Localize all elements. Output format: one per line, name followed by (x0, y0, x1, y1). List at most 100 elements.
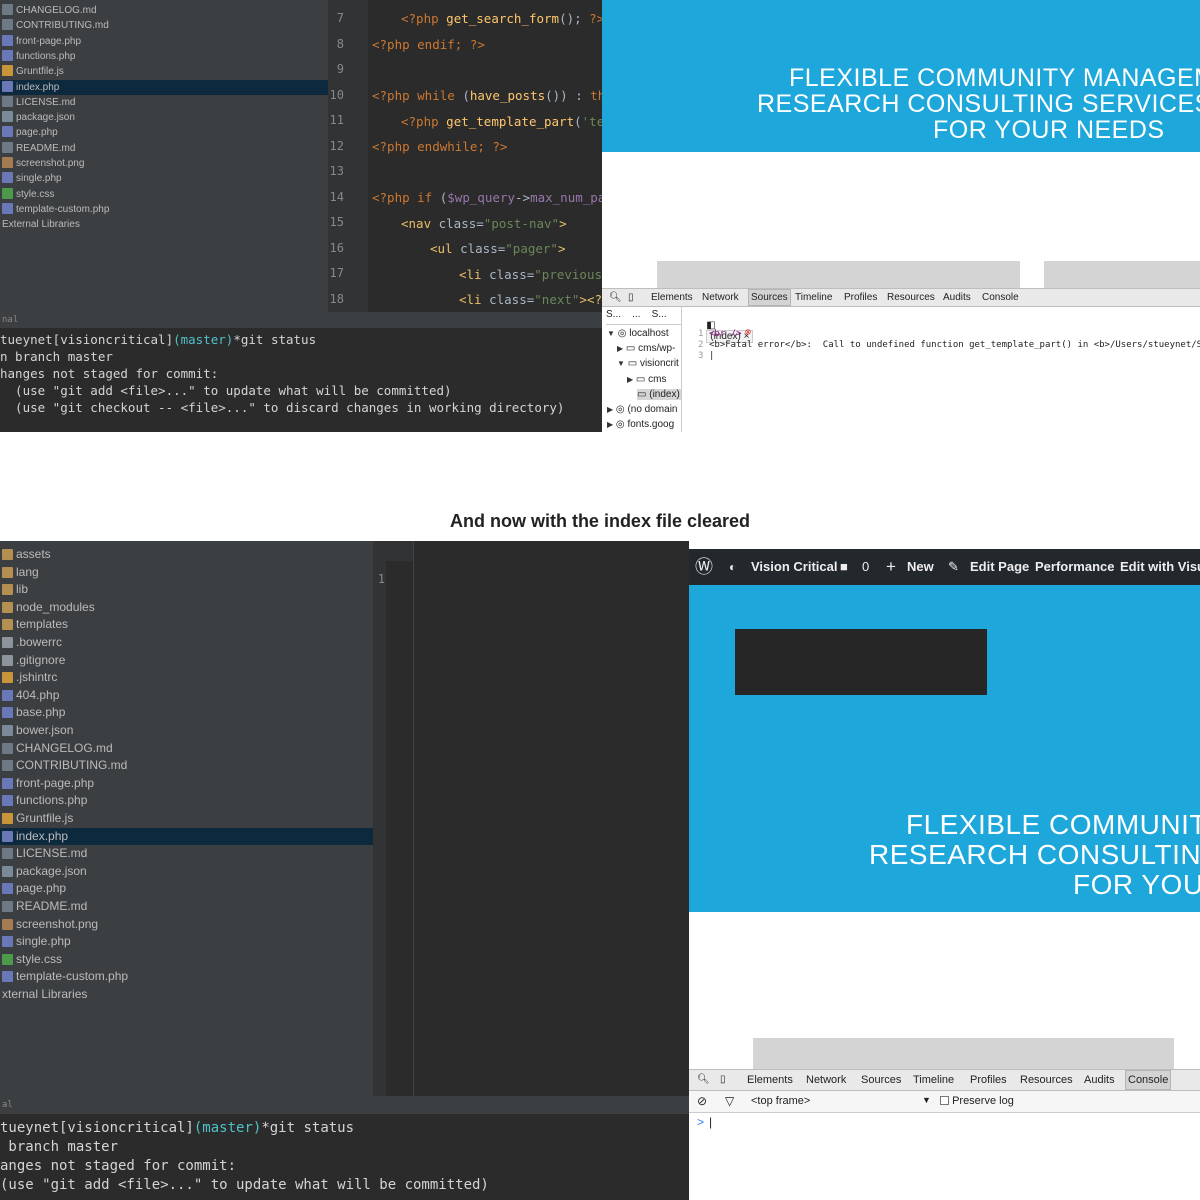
terminal[interactable]: al tueynet[visioncritical](master)*git s… (0, 1096, 689, 1200)
tree-item[interactable]: lib (0, 581, 373, 599)
tree-item[interactable]: bower.json (0, 722, 373, 740)
tree-item[interactable]: template-custom.php (0, 202, 328, 217)
console-output[interactable]: > | (689, 1113, 1200, 1200)
tree-item[interactable]: CHANGELOG.md (0, 740, 373, 758)
sources-subtab[interactable]: ... (632, 309, 640, 320)
tree-item[interactable]: 404.php (0, 687, 373, 705)
tree-item[interactable]: node_modules (0, 599, 373, 617)
tab-timeline[interactable]: Timeline (913, 1070, 954, 1090)
tree-item[interactable]: style.css (0, 951, 373, 969)
sources-subtab[interactable]: S... (606, 309, 621, 320)
tree-item[interactable]: index.php (0, 827, 373, 846)
tab-profiles[interactable]: Profiles (970, 1070, 1007, 1090)
tab-network[interactable]: Network (702, 289, 739, 306)
tree-item[interactable]: single.php (0, 171, 328, 186)
tree-item[interactable]: .gitignore (0, 652, 373, 670)
device-icon[interactable]: ▯ (628, 289, 634, 306)
source-tree-item[interactable]: ▶ ◎ fonts.goog (607, 419, 674, 430)
source-tree-item[interactable]: ▼ ◎ localhost (607, 328, 669, 339)
tree-item[interactable]: template-custom.php (0, 968, 373, 986)
tree-item[interactable]: README.md (0, 898, 373, 916)
file-js-icon (2, 672, 13, 684)
tab-console[interactable]: Console (982, 289, 1019, 306)
plus-icon[interactable]: + (886, 549, 896, 585)
source-tree-item[interactable]: ▶ ▭ cms (627, 374, 667, 385)
tree-item[interactable]: lang (0, 564, 373, 582)
tree-item[interactable]: External Libraries (0, 217, 328, 232)
admin-new[interactable]: New (907, 549, 934, 585)
source-tree-item[interactable]: ▶ ◎ (no domain (607, 404, 677, 415)
tree-item[interactable]: Gruntfile.js (0, 810, 373, 828)
terminal-branch: (master) (173, 332, 234, 347)
after-panel: assets lang lib node_modules templates .bower… (0, 541, 1200, 1200)
tree-item-label: template-custom.php (16, 969, 129, 984)
tree-item[interactable]: templates (0, 616, 373, 634)
tab-console[interactable]: Console (1125, 1070, 1172, 1090)
sources-subtab[interactable]: S... (652, 309, 667, 320)
comment-icon[interactable]: ■ (840, 549, 848, 585)
admin-site-name[interactable]: Vision Critical (751, 549, 837, 585)
hero-line: FLEXIBLE COMMUNITY (906, 809, 1200, 840)
tree-item[interactable]: .bowerrc (0, 634, 373, 652)
search-icon[interactable]: 🔍︎ (609, 289, 622, 306)
tab-audits[interactable]: Audits (943, 289, 971, 306)
tab-sources[interactable]: Sources (861, 1070, 901, 1090)
tree-item[interactable]: base.php (0, 704, 373, 722)
clear-console-icon[interactable]: ⊘ (697, 1094, 707, 1108)
tab-resources[interactable]: Resources (1020, 1070, 1073, 1090)
tree-item[interactable]: page.php (0, 880, 373, 898)
terminal-user: tueynet[visioncritical] (0, 332, 174, 347)
tree-item[interactable]: LICENSE.md (0, 95, 328, 110)
terminal[interactable]: nal tueynet[visioncritical](master)*git … (0, 312, 602, 432)
tree-item[interactable]: assets (0, 546, 373, 564)
tree-item[interactable]: functions.php (0, 49, 328, 64)
tree-item[interactable]: screenshot.png (0, 916, 373, 934)
devtools-toolbar: 🔍︎ ▯ Elements Network Sources Timeline P… (602, 288, 1200, 307)
frame-select[interactable]: <top frame> (751, 1095, 810, 1107)
code-editor[interactable]: <?php get_search_form(); ?> <?php endif;… (368, 0, 602, 312)
tree-item[interactable]: package.json (0, 863, 373, 881)
placeholder-block (753, 1038, 1174, 1070)
tab-elements[interactable]: Elements (651, 289, 693, 306)
tree-item[interactable]: .jshintrc (0, 669, 373, 687)
wordpress-logo-icon[interactable]: Ⓦ (695, 549, 713, 585)
search-icon[interactable]: 🔍︎ (697, 1070, 710, 1090)
code-editor-empty[interactable] (413, 541, 689, 1096)
preserve-log-checkbox[interactable]: Preserve log (940, 1095, 1014, 1107)
source-tree-item[interactable]: ▶ ▭ cms/wp- (617, 343, 675, 354)
expand-arrow-icon[interactable]: ▼ (617, 359, 625, 368)
tree-item[interactable]: Gruntfile.js (0, 64, 328, 79)
tree-item[interactable]: page.php (0, 125, 328, 140)
tree-item[interactable]: CONTRIBUTING.md (0, 18, 328, 33)
tree-item[interactable]: index.php (0, 79, 328, 95)
admin-edit-page[interactable]: Edit Page (970, 549, 1029, 585)
tree-item[interactable]: README.md (0, 141, 328, 156)
tree-item[interactable]: xternal Libraries (0, 986, 373, 1004)
tab-profiles[interactable]: Profiles (844, 289, 877, 306)
tab-network[interactable]: Network (806, 1070, 846, 1090)
tree-item[interactable]: front-page.php (0, 34, 328, 49)
tree-item[interactable]: package.json (0, 110, 328, 125)
tree-item[interactable]: LICENSE.md (0, 845, 373, 863)
tab-elements[interactable]: Elements (747, 1070, 793, 1090)
source-code-view[interactable]: ◧ (index) × 1 <br /> ⊗ 2 <b>Fatal error<… (682, 307, 1200, 432)
tree-item[interactable]: screenshot.png (0, 156, 328, 171)
source-tree-item[interactable]: ▭ (index) (637, 388, 681, 400)
device-icon[interactable]: ▯ (720, 1070, 726, 1090)
tree-item[interactable]: CONTRIBUTING.md (0, 757, 373, 775)
tab-timeline[interactable]: Timeline (795, 289, 832, 306)
filter-icon[interactable]: ▽ (725, 1094, 734, 1108)
tree-item[interactable]: style.css (0, 187, 328, 202)
tree-item[interactable]: front-page.php (0, 775, 373, 793)
expand-arrow-icon[interactable]: ▼ (607, 329, 615, 338)
source-tree-item[interactable]: ▼ ▭ visioncrit (617, 358, 679, 369)
admin-edit-with[interactable]: Edit with Visua (1120, 549, 1200, 585)
chevron-down-icon[interactable]: ▼ (922, 1095, 931, 1105)
tab-sources[interactable]: Sources (748, 289, 791, 306)
tab-audits[interactable]: Audits (1084, 1070, 1115, 1090)
tree-item[interactable]: single.php (0, 933, 373, 951)
tree-item[interactable]: functions.php (0, 792, 373, 810)
admin-performance[interactable]: Performance (1035, 549, 1114, 585)
tab-resources[interactable]: Resources (887, 289, 935, 306)
tree-item[interactable]: CHANGELOG.md (0, 3, 328, 18)
